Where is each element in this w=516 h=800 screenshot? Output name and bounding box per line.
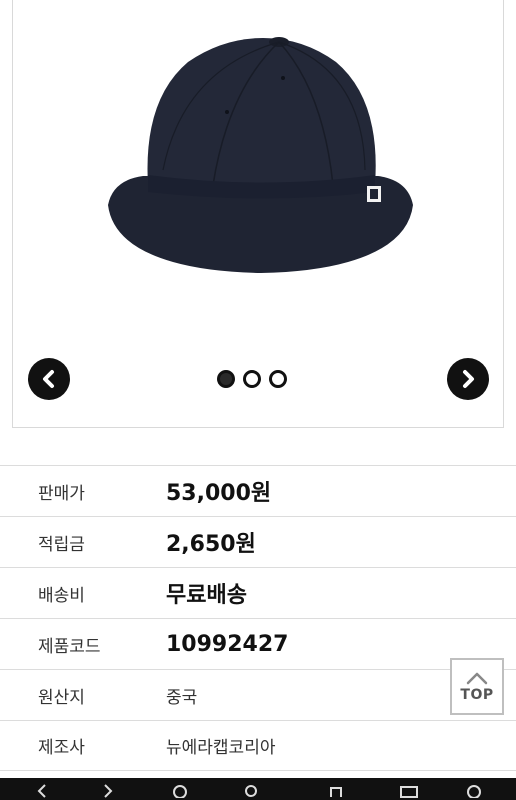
gallery-dot-3[interactable] xyxy=(269,370,287,388)
origin-label: 원산지 xyxy=(38,687,85,708)
scroll-top-button[interactable]: TOP xyxy=(450,658,504,715)
chevron-right-icon xyxy=(463,370,474,388)
manufacturer-label: 제조사 xyxy=(38,738,85,758)
origin-row: 원산지 중국 xyxy=(0,669,516,720)
shipping-row: 배송비 무료배송 xyxy=(0,567,516,618)
refresh-icon[interactable] xyxy=(172,784,188,798)
shipping-label: 배송비 xyxy=(38,585,85,606)
manufacturer-value: 뉴에라캡코리아 xyxy=(166,738,276,758)
product-info-table: 판매가 53,000원 적립금 2,650원 배송비 무료배송 제품코드 109… xyxy=(0,465,516,771)
product-code-value: 10992427 xyxy=(166,631,289,657)
points-value: 2,650원 xyxy=(166,532,256,557)
product-image[interactable] xyxy=(13,0,503,320)
system-navigation-bar xyxy=(0,778,516,800)
gallery-prev-button[interactable] xyxy=(28,358,70,400)
gallery-next-button[interactable] xyxy=(447,358,489,400)
forward-icon[interactable] xyxy=(100,784,114,798)
manufacturer-row: 제조사 뉴에라캡코리아 xyxy=(0,720,516,771)
tabs-icon[interactable] xyxy=(328,784,344,798)
chevron-left-icon xyxy=(43,370,54,388)
back-icon[interactable] xyxy=(36,784,50,798)
points-label: 적립금 xyxy=(38,534,85,555)
search-icon[interactable] xyxy=(244,784,260,798)
gallery-dot-2[interactable] xyxy=(243,370,261,388)
home-icon[interactable] xyxy=(466,784,482,798)
price-value: 53,000원 xyxy=(166,481,272,506)
points-row: 적립금 2,650원 xyxy=(0,516,516,567)
origin-value: 중국 xyxy=(166,687,198,708)
gallery-dot-1[interactable] xyxy=(217,370,235,388)
price-label: 판매가 xyxy=(38,483,85,504)
product-code-label: 제품코드 xyxy=(38,636,101,657)
product-gallery xyxy=(12,0,504,428)
product-code-row: 제품코드 10992427 xyxy=(0,618,516,669)
price-row: 판매가 53,000원 xyxy=(0,465,516,516)
shipping-value: 무료배송 xyxy=(166,583,247,608)
gallery-pagination xyxy=(217,370,287,388)
chevron-up-icon xyxy=(466,672,488,684)
scroll-top-label: TOP xyxy=(460,686,494,703)
menu-icon[interactable] xyxy=(400,784,418,798)
